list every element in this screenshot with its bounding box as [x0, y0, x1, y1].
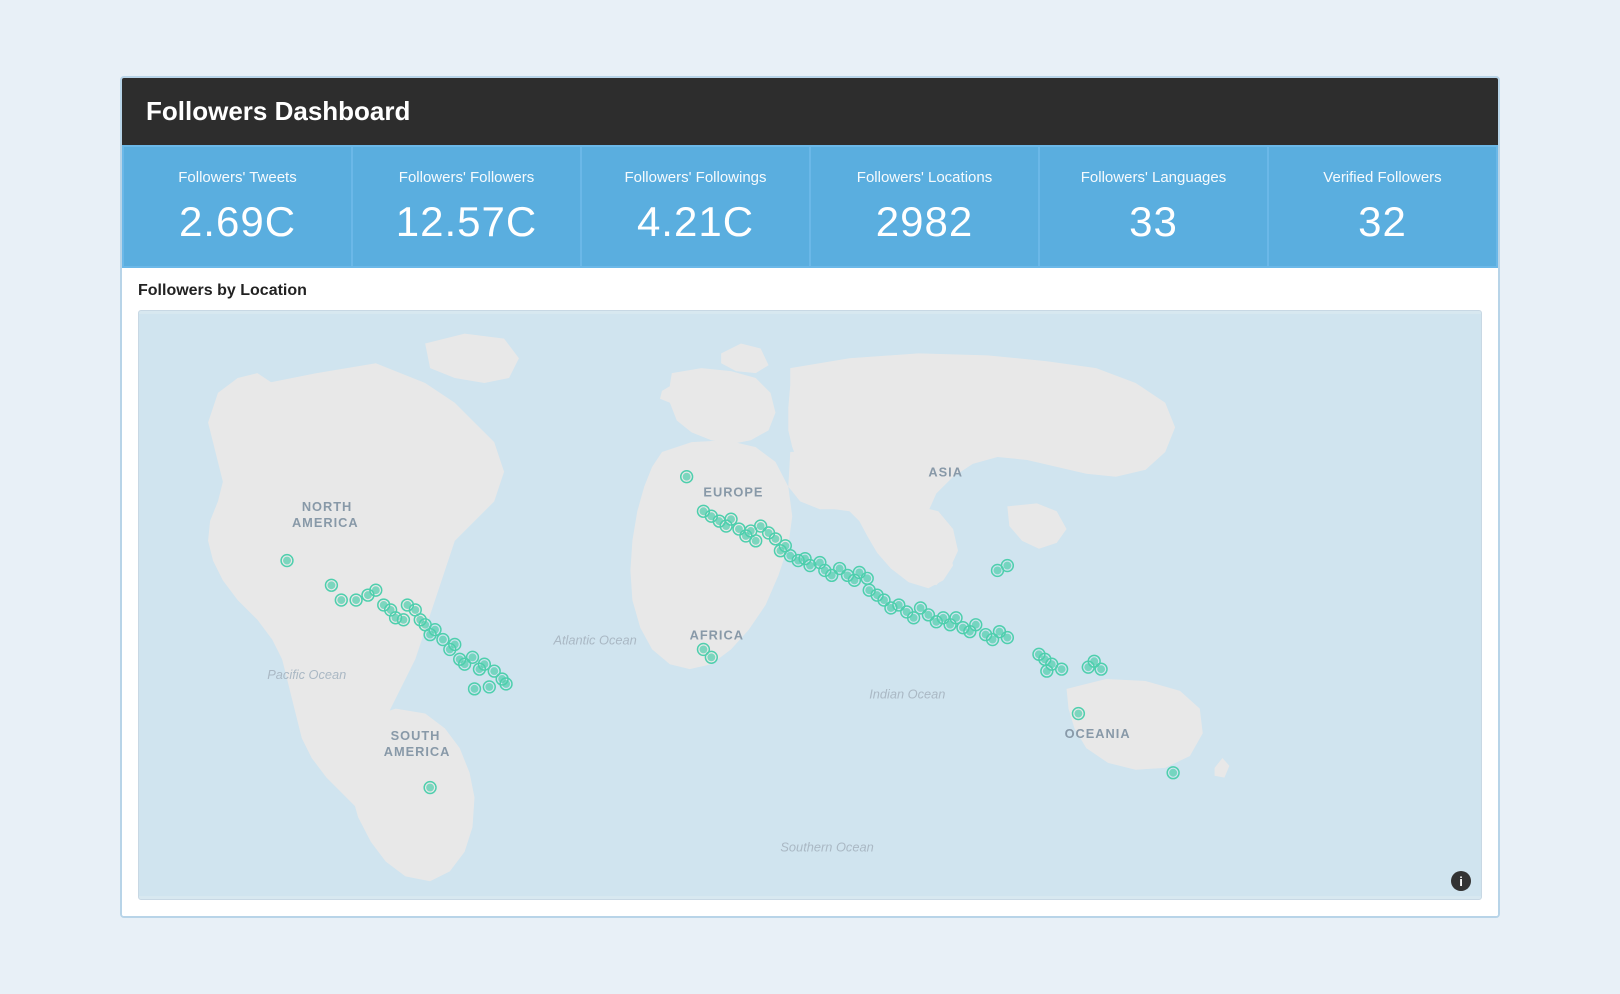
stat-card-5: Verified Followers 32 [1269, 147, 1496, 266]
asia-label: ASIA [928, 465, 963, 480]
pacific-ocean-label: Pacific Ocean [267, 667, 346, 682]
map-container: Pacific Ocean Atlantic Ocean Indian Ocea… [138, 310, 1482, 900]
indian-ocean-label: Indian Ocean [869, 687, 945, 702]
atlantic-ocean-label: Atlantic Ocean [552, 632, 636, 647]
info-icon[interactable]: i [1451, 871, 1471, 891]
stat-label-2: Followers' Followings [602, 169, 789, 186]
stat-value-3: 2982 [831, 198, 1018, 246]
dashboard-header: Followers Dashboard [122, 78, 1498, 145]
stat-card-3: Followers' Locations 2982 [811, 147, 1038, 266]
north-america-label2: AMERICA [292, 515, 359, 530]
stats-row: Followers' Tweets 2.69C Followers' Follo… [122, 145, 1498, 268]
stat-value-4: 33 [1060, 198, 1247, 246]
stat-label-1: Followers' Followers [373, 169, 560, 186]
stat-card-2: Followers' Followings 4.21C [582, 147, 809, 266]
stat-card-4: Followers' Languages 33 [1040, 147, 1267, 266]
dashboard-title: Followers Dashboard [146, 96, 1474, 127]
world-map-svg: Pacific Ocean Atlantic Ocean Indian Ocea… [139, 311, 1481, 899]
stat-value-1: 12.57C [373, 198, 560, 246]
oceania-label: OCEANIA [1065, 726, 1131, 741]
stat-label-4: Followers' Languages [1060, 169, 1247, 186]
dashboard-wrapper: Followers Dashboard Followers' Tweets 2.… [120, 76, 1500, 918]
stat-value-0: 2.69C [144, 198, 331, 246]
europe-label: EUROPE [703, 484, 763, 499]
map-title: Followers by Location [138, 282, 1482, 300]
stat-label-3: Followers' Locations [831, 169, 1018, 186]
stat-value-2: 4.21C [602, 198, 789, 246]
north-america-label: NORTH [302, 499, 353, 514]
southern-ocean-label: Southern Ocean [780, 840, 873, 855]
south-america-label2: AMERICA [384, 744, 451, 759]
stat-card-0: Followers' Tweets 2.69C [124, 147, 351, 266]
stat-label-0: Followers' Tweets [144, 169, 331, 186]
stat-card-1: Followers' Followers 12.57C [353, 147, 580, 266]
stat-label-5: Verified Followers [1289, 169, 1476, 186]
stat-value-5: 32 [1289, 198, 1476, 246]
map-section: Followers by Location [122, 268, 1498, 916]
africa-label: AFRICA [690, 628, 744, 643]
south-america-label: SOUTH [391, 728, 441, 743]
